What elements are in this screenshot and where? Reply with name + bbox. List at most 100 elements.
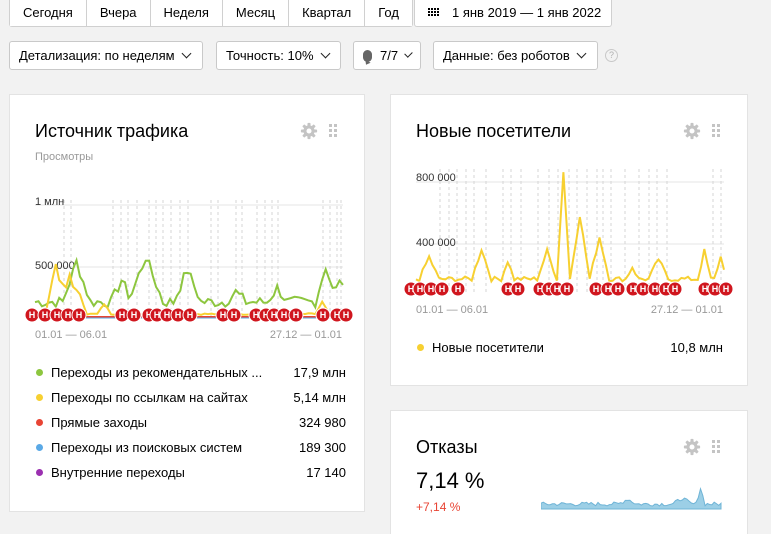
annotation-marker-label: Н xyxy=(187,310,194,320)
accuracy-label: Точность: 10% xyxy=(226,48,314,63)
legend-value: 17,9 млн xyxy=(293,364,346,380)
legend-label: Переходы из рекомендательных ... xyxy=(51,364,263,380)
series-line xyxy=(415,172,725,284)
widget-title: Новые посетители xyxy=(416,121,572,141)
annotation-marker-label: Н xyxy=(652,284,659,294)
gear-icon[interactable] xyxy=(683,122,701,140)
period-yesterday-button[interactable]: Вчера xyxy=(86,0,151,26)
annotation-marker-label: Н xyxy=(630,284,637,294)
legend-label: Переходы по ссылкам на сайтах xyxy=(51,389,248,405)
detail-dropdown[interactable]: Детализация: по неделям xyxy=(9,41,203,70)
annotation-marker-label: Н xyxy=(119,310,126,320)
gear-icon[interactable] xyxy=(683,438,701,456)
date-range-label: 1 янв 2019 — 1 янв 2022 xyxy=(452,5,602,20)
annotation-marker-label: Н xyxy=(175,310,182,320)
chevron-down-icon xyxy=(181,48,192,59)
drag-handle-icon[interactable] xyxy=(329,124,337,138)
legend-dot xyxy=(36,443,43,451)
x-axis-label: 27.12 — 01.01 xyxy=(651,304,723,316)
legend-item[interactable]: Прямые заходы 324 980 xyxy=(36,413,346,431)
legend-value: 189 300 xyxy=(299,439,346,455)
detail-label: Детализация: по неделям xyxy=(19,48,175,63)
gear-icon[interactable] xyxy=(300,122,318,140)
new-visitors-widget: Новые посетители 800 000 400 000 Н Н Н Н Н Н Н Н Н… xyxy=(390,94,748,386)
comments-label: 7/7 xyxy=(380,48,399,63)
series-line xyxy=(34,263,344,316)
bounce-sparkline xyxy=(541,487,722,510)
legend-value: 10,8 млн xyxy=(670,339,723,355)
legend-value: 324 980 xyxy=(299,414,346,430)
annotation-marker-label: Н xyxy=(712,284,719,294)
x-axis-label: 01.01 — 06.01 xyxy=(35,329,107,341)
annotation-marker-label: Н xyxy=(164,310,171,320)
legend-item[interactable]: Переходы по ссылкам на сайтах 5,14 млн xyxy=(36,388,346,406)
period-month-button[interactable]: Месяц xyxy=(222,0,290,26)
legend-value: 17 140 xyxy=(306,464,346,480)
legend-dot xyxy=(36,418,43,426)
calendar-icon xyxy=(428,8,440,18)
legend-item[interactable]: Переходы из поисковых систем 189 300 xyxy=(36,438,346,456)
legend-value: 5,14 млн xyxy=(293,389,346,405)
y-axis-label: 800 000 xyxy=(416,172,456,184)
comment-icon xyxy=(363,49,373,62)
x-axis-label: 27.12 — 01.01 xyxy=(270,329,342,341)
annotation-marker-label: Н xyxy=(131,310,138,320)
legend-item[interactable]: Переходы из рекомендательных ... 17,9 мл… xyxy=(36,363,346,381)
legend-item[interactable]: Новые посетители 10,8 млн xyxy=(417,338,723,356)
annotation-marker-label: Н xyxy=(428,284,435,294)
annotation-marker-label: Н xyxy=(554,284,561,294)
data-filter-dropdown[interactable]: Данные: без роботов xyxy=(433,41,598,70)
annotation-marker-label: Н xyxy=(253,310,260,320)
accuracy-dropdown[interactable]: Точность: 10% xyxy=(216,41,341,70)
chevron-down-icon xyxy=(576,48,587,59)
drag-handle-icon[interactable] xyxy=(712,124,720,138)
drag-handle-icon[interactable] xyxy=(712,440,720,454)
annotation-marker-label: Н xyxy=(672,284,679,294)
annotation-marker-label: Н xyxy=(455,284,462,294)
annotation-marker-label: Н xyxy=(154,310,161,320)
annotation-marker-label: Н xyxy=(76,310,83,320)
annotation-marker-label: Н xyxy=(220,310,227,320)
annotation-marker-label: Н xyxy=(505,284,512,294)
annotation-marker-label: Н xyxy=(593,284,600,294)
annotation-marker-label: Н xyxy=(564,284,571,294)
legend-label: Переходы из поисковых систем xyxy=(51,439,243,455)
annotation-marker-label: Н xyxy=(343,310,350,320)
x-axis-label: 01.01 — 06.01 xyxy=(416,304,488,316)
annotation-marker-label: Н xyxy=(615,284,622,294)
date-range-picker[interactable]: 1 янв 2019 — 1 янв 2022 xyxy=(414,0,612,27)
comments-dropdown[interactable]: 7/7 xyxy=(353,41,421,70)
annotation-marker-label: Н xyxy=(271,310,278,320)
bounce-widget: Отказы 7,14 % +7,14 % xyxy=(390,410,748,534)
chevron-down-icon xyxy=(320,48,330,59)
legend-label: Внутренние переходы xyxy=(51,464,185,480)
traffic-chart: 1 млн500 000Н Н Н Н Н Н Н Н Н Н Н Н Н Н Н Н Н Н Н Н Н Н01.01 … xyxy=(24,196,354,341)
bounce-delta: +7,14 % xyxy=(416,500,461,514)
annotation-marker-label: Н xyxy=(320,310,327,320)
period-today-button[interactable]: Сегодня xyxy=(10,0,87,26)
legend-dot xyxy=(36,393,43,401)
period-quarter-button[interactable]: Квартал xyxy=(289,0,366,26)
widget-title: Источник трафика xyxy=(35,121,189,141)
annotation-marker-label: Н xyxy=(65,310,72,320)
chevron-down-icon xyxy=(404,49,413,58)
sparkline-area xyxy=(541,487,722,510)
annotation-marker-label: Н xyxy=(439,284,446,294)
annotation-marker-label: Н xyxy=(640,284,647,294)
legend-dot xyxy=(36,468,43,476)
legend-dot xyxy=(36,368,43,376)
period-selector: Сегодня Вчера Неделя Месяц Квартал Год xyxy=(9,0,413,27)
traffic-source-widget: Источник трафика Просмотры 1 млн 500 000 Н… xyxy=(9,94,365,512)
annotation-marker-label: Н xyxy=(42,310,49,320)
period-week-button[interactable]: Неделя xyxy=(150,0,223,26)
period-year-button[interactable]: Год xyxy=(365,0,412,26)
legend-item[interactable]: Внутренние переходы 17 140 xyxy=(36,463,346,481)
legend-label: Прямые заходы xyxy=(51,414,148,430)
widget-title: Отказы xyxy=(416,437,478,457)
bounce-value: 7,14 % xyxy=(416,468,485,493)
annotation-marker-label: Н xyxy=(515,284,522,294)
annotation-marker-label: Н xyxy=(723,284,730,294)
visitors-chart: 800 000400 000Н Н Н Н Н Н Н Н Н Н Н Н Н Н Н Н Н Н Н Н Н Н01.0… xyxy=(403,169,734,316)
help-icon[interactable]: ? xyxy=(605,49,618,62)
data-filter-label: Данные: без роботов xyxy=(443,48,570,63)
